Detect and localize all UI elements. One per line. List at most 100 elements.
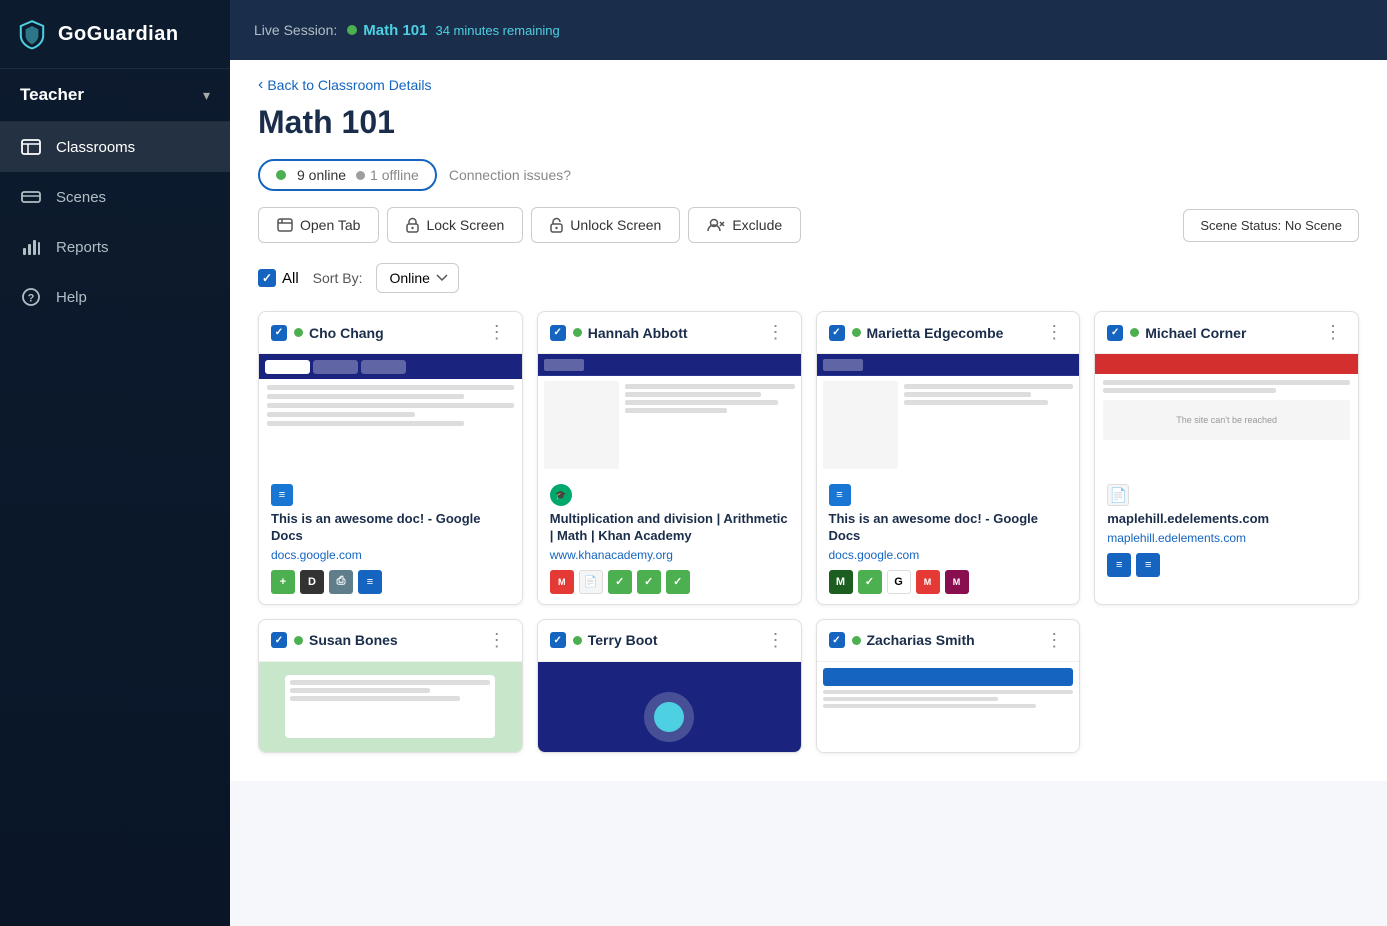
goguardian-logo-icon bbox=[16, 18, 48, 50]
marietta-app5-icon: M bbox=[945, 570, 969, 594]
all-checkbox-icon[interactable] bbox=[258, 269, 276, 287]
cho-tab2 bbox=[313, 360, 358, 374]
sidebar-item-help[interactable]: ? Help bbox=[0, 272, 230, 322]
scene-status-box: Scene Status: No Scene bbox=[1183, 209, 1359, 242]
cho-footer: ≡ This is an awesome doc! - Google Docs … bbox=[259, 474, 522, 604]
cho-app1-icon: + bbox=[271, 570, 295, 594]
online-offline-toggle[interactable]: 9 online 1 offline bbox=[258, 159, 437, 191]
unlock-screen-button[interactable]: Unlock Screen bbox=[531, 207, 680, 243]
card-checkbox-cho[interactable] bbox=[271, 325, 287, 341]
exclude-icon bbox=[707, 218, 725, 232]
back-link[interactable]: ‹ Back to Classroom Details bbox=[258, 76, 432, 94]
hannah-menu-icon[interactable]: ⋮ bbox=[763, 322, 789, 343]
card-checkbox-terry[interactable] bbox=[550, 632, 566, 648]
sidebar-item-reports[interactable]: Reports bbox=[0, 222, 230, 272]
hannah-online-dot-icon bbox=[573, 328, 582, 337]
hannah-footer: 🎓 Multiplication and division | Arithmet… bbox=[538, 474, 801, 604]
hannah-app-icons: M 📄 ✓ ✓ ✓ bbox=[550, 570, 789, 594]
student-name-marietta: Marietta Edgecombe bbox=[867, 325, 1042, 341]
card-header-hannah: Hannah Abbott ⋮ bbox=[538, 312, 801, 354]
hannah-app1-icon: M bbox=[550, 570, 574, 594]
hannah-screenshot[interactable] bbox=[538, 354, 801, 474]
marietta-url[interactable]: docs.google.com bbox=[829, 548, 1068, 562]
zacharias-screenshot[interactable] bbox=[817, 662, 1080, 752]
classrooms-icon bbox=[20, 136, 42, 158]
terry-online-dot-icon bbox=[573, 636, 582, 645]
student-name-michael: Michael Corner bbox=[1145, 325, 1320, 341]
cho-url[interactable]: docs.google.com bbox=[271, 548, 510, 562]
students-grid: Cho Chang ⋮ bbox=[258, 311, 1359, 605]
logo-area: GoGuardian bbox=[0, 0, 230, 69]
student-name-terry: Terry Boot bbox=[588, 632, 763, 648]
cho-screenshot[interactable] bbox=[259, 354, 522, 474]
lock-screen-button[interactable]: Lock Screen bbox=[387, 207, 523, 243]
sort-by-label: Sort By: bbox=[313, 270, 363, 286]
exclude-button[interactable]: Exclude bbox=[688, 207, 801, 243]
card-checkbox-hannah[interactable] bbox=[550, 325, 566, 341]
student-name-cho: Cho Chang bbox=[309, 325, 484, 341]
open-tab-button[interactable]: Open Tab bbox=[258, 207, 379, 243]
hannah-app2-icon: 📄 bbox=[579, 570, 603, 594]
cho-doc-content bbox=[259, 379, 522, 474]
susan-menu-icon[interactable]: ⋮ bbox=[484, 630, 510, 651]
connection-issues-link[interactable]: Connection issues? bbox=[449, 167, 571, 183]
student-card-susan-bones: Susan Bones ⋮ bbox=[258, 619, 523, 753]
lock-screen-label: Lock Screen bbox=[426, 217, 504, 233]
card-header-marietta: Marietta Edgecombe ⋮ bbox=[817, 312, 1080, 354]
reports-label: Reports bbox=[56, 239, 109, 256]
card-header-susan: Susan Bones ⋮ bbox=[259, 620, 522, 662]
marietta-footer: ≡ This is an awesome doc! - Google Docs … bbox=[817, 474, 1080, 604]
susan-screenshot[interactable] bbox=[259, 662, 522, 752]
michael-url[interactable]: maplehill.edelements.com bbox=[1107, 531, 1346, 545]
open-tab-label: Open Tab bbox=[300, 217, 360, 233]
select-all-checkbox[interactable]: All bbox=[258, 269, 299, 287]
sort-select[interactable]: Online Offline Name bbox=[376, 263, 459, 293]
zacharias-online-dot-icon bbox=[852, 636, 861, 645]
teacher-section[interactable]: Teacher ▾ bbox=[0, 69, 230, 122]
michael-app2-icon: ≡ bbox=[1136, 553, 1160, 577]
chevron-down-icon: ▾ bbox=[203, 87, 210, 104]
top-bar: Live Session: Math 101 34 minutes remain… bbox=[230, 0, 1387, 60]
hannah-url[interactable]: www.khanacademy.org bbox=[550, 548, 789, 562]
hannah-page-title: Multiplication and division | Arithmetic… bbox=[550, 511, 789, 545]
sidebar-item-classrooms[interactable]: Classrooms bbox=[0, 122, 230, 172]
help-label: Help bbox=[56, 289, 87, 306]
main-content: Live Session: Math 101 34 minutes remain… bbox=[230, 0, 1387, 926]
sidebar-item-scenes[interactable]: Scenes bbox=[0, 172, 230, 222]
hannah-site-icon: 🎓 bbox=[550, 484, 572, 506]
michael-screenshot[interactable]: The site can't be reached bbox=[1095, 354, 1358, 474]
marietta-app1-icon: M bbox=[829, 570, 853, 594]
hannah-app4-icon: ✓ bbox=[637, 570, 661, 594]
zacharias-menu-icon[interactable]: ⋮ bbox=[1041, 630, 1067, 651]
marietta-app2-icon: ✓ bbox=[858, 570, 882, 594]
card-checkbox-marietta[interactable] bbox=[829, 325, 845, 341]
marietta-screenshot[interactable] bbox=[817, 354, 1080, 474]
card-header-zacharias: Zacharias Smith ⋮ bbox=[817, 620, 1080, 662]
cho-line1 bbox=[267, 385, 514, 390]
scene-status-label: Scene Status: No Scene bbox=[1200, 218, 1342, 233]
marietta-app3-icon: G bbox=[887, 570, 911, 594]
status-bar: 9 online 1 offline Connection issues? bbox=[258, 159, 1359, 191]
session-time: 34 minutes remaining bbox=[435, 23, 559, 38]
scenes-label: Scenes bbox=[56, 189, 106, 206]
page-title: Math 101 bbox=[258, 104, 1359, 141]
card-header-michael: Michael Corner ⋮ bbox=[1095, 312, 1358, 354]
online-count: 9 online bbox=[276, 167, 346, 183]
unlock-icon bbox=[550, 217, 563, 233]
cho-app2-icon: D bbox=[300, 570, 324, 594]
online-dot-icon bbox=[276, 170, 286, 180]
terry-menu-icon[interactable]: ⋮ bbox=[763, 630, 789, 651]
marietta-app4-icon: M bbox=[916, 570, 940, 594]
student-name-zacharias: Zacharias Smith bbox=[867, 632, 1042, 648]
card-checkbox-susan[interactable] bbox=[271, 632, 287, 648]
susan-online-dot-icon bbox=[294, 636, 303, 645]
marietta-app-icons: M ✓ G M M bbox=[829, 570, 1068, 594]
marietta-menu-icon[interactable]: ⋮ bbox=[1041, 322, 1067, 343]
cho-page-title: This is an awesome doc! - Google Docs bbox=[271, 511, 510, 545]
cho-menu-icon[interactable]: ⋮ bbox=[484, 322, 510, 343]
card-checkbox-zacharias[interactable] bbox=[829, 632, 845, 648]
michael-menu-icon[interactable]: ⋮ bbox=[1320, 322, 1346, 343]
card-checkbox-michael[interactable] bbox=[1107, 325, 1123, 341]
terry-screenshot[interactable] bbox=[538, 662, 801, 752]
offline-count: 1 offline bbox=[356, 167, 419, 183]
